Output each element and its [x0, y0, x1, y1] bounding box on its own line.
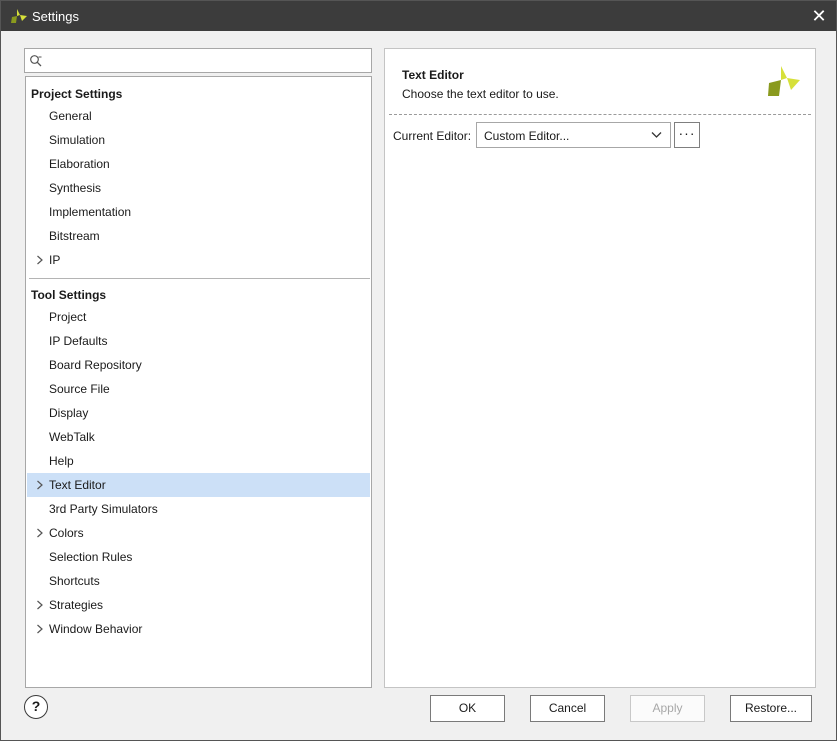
browse-editor-button[interactable]: ···	[674, 122, 700, 148]
settings-content-panel: Text Editor Choose the text editor to us…	[384, 48, 816, 688]
tree-item-label: Elaboration	[49, 157, 110, 171]
tree-item-bitstream[interactable]: Bitstream	[27, 224, 370, 248]
chevron-right-icon[interactable]	[35, 600, 44, 610]
ok-button[interactable]: OK	[430, 695, 505, 722]
tree-item-label: Simulation	[49, 133, 106, 147]
tree-item-ip[interactable]: IP	[27, 248, 370, 272]
tree-item-display[interactable]: Display	[27, 401, 370, 425]
tool-settings-header: Tool Settings	[31, 288, 107, 302]
project-settings-header: Project Settings	[31, 87, 123, 101]
page-title: Text Editor	[402, 68, 464, 82]
tree-item-label: Colors	[49, 526, 84, 540]
tree-item-label: Selection Rules	[49, 550, 133, 564]
tree-item-label: WebTalk	[49, 430, 95, 444]
tree-item-general[interactable]: General	[27, 104, 370, 128]
chevron-down-icon	[651, 132, 662, 138]
tree-item-selection-rules[interactable]: Selection Rules	[27, 545, 370, 569]
section-divider	[29, 278, 370, 279]
title-bar: Settings ✕	[1, 1, 836, 31]
current-editor-label: Current Editor:	[393, 129, 472, 143]
tree-item-implementation[interactable]: Implementation	[27, 200, 370, 224]
tree-item-text-editor[interactable]: Text Editor	[27, 473, 370, 497]
settings-tree: Project Settings General Simulation Elabor…	[25, 76, 372, 688]
tree-item-synthesis[interactable]: Synthesis	[27, 176, 370, 200]
tree-item-label: General	[49, 109, 92, 123]
tree-item-label: Strategies	[49, 598, 104, 612]
tree-item-webtalk[interactable]: WebTalk	[27, 425, 370, 449]
tree-item-board-repository[interactable]: Board Repository	[27, 353, 370, 377]
tree-item-label: 3rd Party Simulators	[49, 502, 158, 516]
page-description: Choose the text editor to use.	[402, 87, 559, 101]
apply-button[interactable]: Apply	[630, 695, 705, 722]
window-title: Settings	[32, 9, 79, 24]
tree-item-strategies[interactable]: Strategies	[27, 593, 370, 617]
current-editor-value: Custom Editor...	[484, 129, 570, 143]
tree-item-label: Synthesis	[49, 181, 102, 195]
chevron-right-icon[interactable]	[35, 480, 44, 490]
tree-item-label: Help	[49, 454, 74, 468]
tree-item-project[interactable]: Project	[27, 305, 370, 329]
chevron-right-icon[interactable]	[35, 528, 44, 538]
tree-item-help[interactable]: Help	[27, 449, 370, 473]
tree-item-3rd-party-simulators[interactable]: 3rd Party Simulators	[27, 497, 370, 521]
tree-item-label: Board Repository	[49, 358, 142, 372]
tree-item-label: IP Defaults	[49, 334, 108, 348]
tree-item-label: Window Behavior	[49, 622, 143, 636]
tree-item-label: Bitstream	[49, 229, 100, 243]
tree-item-colors[interactable]: Colors	[27, 521, 370, 545]
search-icon	[30, 55, 42, 67]
cancel-button[interactable]: Cancel	[530, 695, 605, 722]
tree-item-window-behavior[interactable]: Window Behavior	[27, 617, 370, 641]
tree-item-label: Text Editor	[49, 478, 106, 492]
tree-item-ip-defaults[interactable]: IP Defaults	[27, 329, 370, 353]
tree-item-label: Source File	[49, 382, 110, 396]
tree-item-label: Project	[49, 310, 87, 324]
tree-item-source-file[interactable]: Source File	[27, 377, 370, 401]
tree-item-label: IP	[49, 253, 61, 267]
vivado-logo-icon	[11, 9, 27, 23]
vivado-logo-icon	[768, 66, 800, 96]
close-icon[interactable]: ✕	[808, 5, 830, 27]
chevron-right-icon[interactable]	[35, 624, 44, 634]
help-button[interactable]: ?	[24, 695, 48, 719]
search-input[interactable]	[47, 51, 367, 70]
current-editor-select[interactable]: Custom Editor...	[476, 122, 671, 148]
tree-item-label: Shortcuts	[49, 574, 100, 588]
chevron-right-icon[interactable]	[35, 255, 44, 265]
header-divider	[389, 114, 811, 115]
search-field[interactable]	[24, 48, 372, 73]
tree-item-shortcuts[interactable]: Shortcuts	[27, 569, 370, 593]
tree-item-label: Display	[49, 406, 89, 420]
restore-button[interactable]: Restore...	[730, 695, 812, 722]
tree-item-label: Implementation	[49, 205, 132, 219]
tree-item-elaboration[interactable]: Elaboration	[27, 152, 370, 176]
settings-dialog: Settings ✕ Project Settings General Simul…	[0, 0, 837, 741]
tree-item-simulation[interactable]: Simulation	[27, 128, 370, 152]
